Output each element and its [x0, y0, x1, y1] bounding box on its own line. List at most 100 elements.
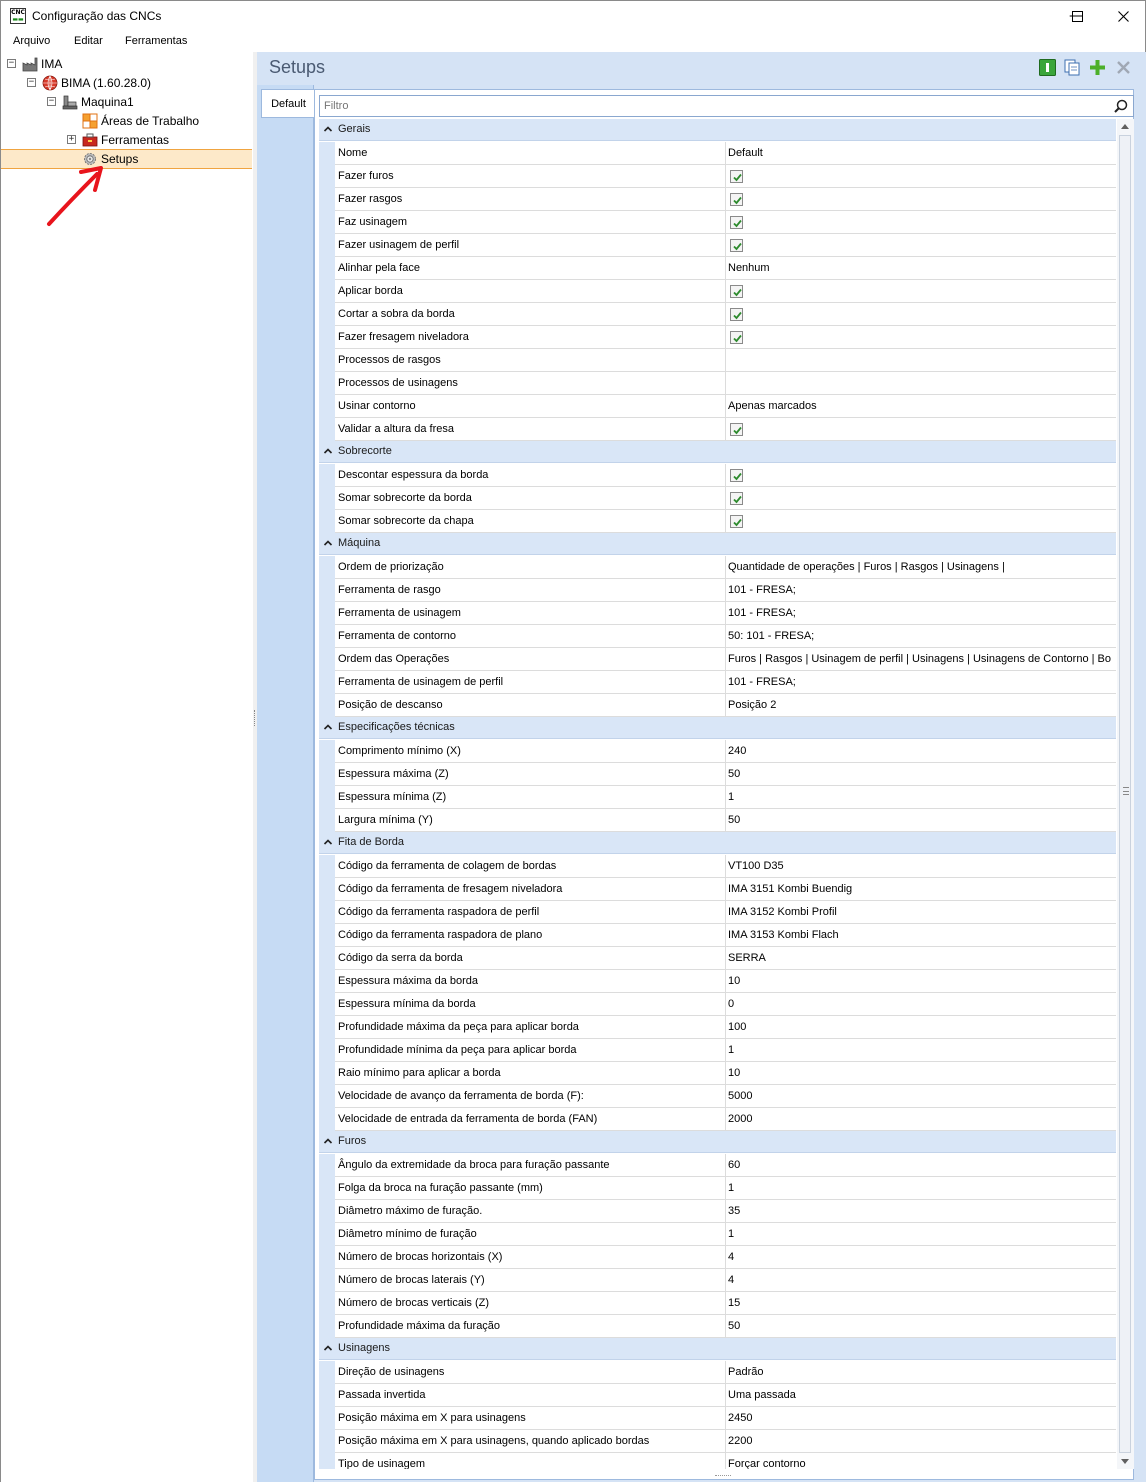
property-row[interactable]: Posição máxima em X para usinagens, quan… [319, 1430, 1116, 1453]
property-row[interactable]: Processos de usinagens [319, 372, 1116, 395]
category-row[interactable]: Sobrecorte [319, 441, 1116, 463]
property-value[interactable]: 2450 [726, 1407, 1116, 1430]
property-row[interactable]: Número de brocas laterais (Y) 4 [319, 1269, 1116, 1292]
category-row[interactable]: Furos [319, 1131, 1116, 1153]
search-icon[interactable] [1114, 99, 1128, 113]
property-row[interactable]: Fazer rasgos [319, 188, 1116, 211]
property-value[interactable]: 1 [726, 1223, 1116, 1246]
property-checkbox[interactable] [730, 469, 743, 482]
category-row[interactable]: Gerais [319, 119, 1116, 141]
property-value[interactable]: 4 [726, 1246, 1116, 1269]
tab-default[interactable]: Default [261, 89, 315, 118]
property-row[interactable]: Validar a altura da fresa [319, 418, 1116, 441]
property-row[interactable]: Passada invertida Uma passada [319, 1384, 1116, 1407]
collapse-chevron-icon[interactable] [323, 538, 333, 548]
property-value[interactable] [726, 487, 1116, 510]
property-row[interactable]: Espessura mínima da borda 0 [319, 993, 1116, 1016]
tree-expander-bima[interactable]: − [27, 78, 36, 87]
vertical-scrollbar[interactable] [1117, 119, 1134, 1469]
property-row[interactable]: Somar sobrecorte da chapa [319, 510, 1116, 533]
property-row[interactable]: Cortar a sobra da borda [319, 303, 1116, 326]
property-checkbox[interactable] [730, 193, 743, 206]
property-row[interactable]: Aplicar borda [319, 280, 1116, 303]
property-value[interactable] [726, 326, 1116, 349]
property-value[interactable]: Quantidade de operações | Furos | Rasgos… [726, 556, 1116, 579]
property-value[interactable]: Apenas marcados [726, 395, 1116, 418]
tree-node-bima[interactable]: BIMA (1.60.28.0) [42, 73, 151, 92]
property-row[interactable]: Espessura máxima da borda 10 [319, 970, 1116, 993]
property-value[interactable]: Posição 2 [726, 694, 1116, 717]
property-checkbox[interactable] [730, 308, 743, 321]
property-row[interactable]: Comprimento mínimo (X) 240 [319, 740, 1116, 763]
property-value[interactable]: 50 [726, 1315, 1116, 1338]
property-row[interactable]: Nome Default [319, 142, 1116, 165]
property-value[interactable] [726, 372, 1116, 395]
property-row[interactable]: Ferramenta de contorno 50: 101 - FRESA; [319, 625, 1116, 648]
property-value[interactable]: Furos | Rasgos | Usinagem de perfil | Us… [726, 648, 1116, 671]
property-value[interactable]: 240 [726, 740, 1116, 763]
property-row[interactable]: Faz usinagem [319, 211, 1116, 234]
property-row[interactable]: Somar sobrecorte da borda [319, 487, 1116, 510]
property-row[interactable]: Código da ferramenta de fresagem nivelad… [319, 878, 1116, 901]
property-row[interactable]: Ordem de priorização Quantidade de operaç… [319, 556, 1116, 579]
property-row[interactable]: Diâmetro mínimo de furação 1 [319, 1223, 1116, 1246]
property-value[interactable]: IMA 3151 Kombi Buendig [726, 878, 1116, 901]
property-value[interactable]: IMA 3152 Kombi Profil [726, 901, 1116, 924]
property-row[interactable]: Fazer furos [319, 165, 1116, 188]
property-row[interactable]: Diâmetro máximo de furação. 35 [319, 1200, 1116, 1223]
property-row[interactable]: Direção de usinagens Padrão [319, 1361, 1116, 1384]
collapse-chevron-icon[interactable] [323, 722, 333, 732]
property-checkbox[interactable] [730, 423, 743, 436]
property-row[interactable]: Fazer fresagem niveladora [319, 326, 1116, 349]
property-row[interactable]: Profundidade máxima da furação 50 [319, 1315, 1116, 1338]
property-checkbox[interactable] [730, 239, 743, 252]
category-row[interactable]: Usinagens [319, 1338, 1116, 1360]
property-row[interactable]: Ordem das Operações Furos | Rasgos | Usin… [319, 648, 1116, 671]
tree-node-areas-de-trabalho[interactable]: Áreas de Trabalho [82, 111, 199, 130]
property-value[interactable]: Uma passada [726, 1384, 1116, 1407]
tree-node-maquina1[interactable]: Maquina1 [62, 92, 134, 111]
property-checkbox[interactable] [730, 492, 743, 505]
menu-ferramentas[interactable]: Ferramentas [125, 35, 187, 47]
category-row[interactable]: Especificações técnicas [319, 717, 1116, 739]
menu-editar[interactable]: Editar [74, 35, 103, 47]
property-row[interactable]: Fazer usinagem de perfil [319, 234, 1116, 257]
property-value[interactable] [726, 211, 1116, 234]
property-checkbox[interactable] [730, 285, 743, 298]
property-value[interactable]: 10 [726, 1062, 1116, 1085]
property-value[interactable]: 5000 [726, 1085, 1116, 1108]
add-icon[interactable] [1089, 59, 1106, 76]
property-row[interactable]: Folga da broca na furação passante (mm) 1 [319, 1177, 1116, 1200]
property-value[interactable]: 100 [726, 1016, 1116, 1039]
property-row[interactable]: Código da ferramenta raspadora de plano I… [319, 924, 1116, 947]
property-value[interactable]: 101 - FRESA; [726, 671, 1116, 694]
property-value[interactable]: 50 [726, 763, 1116, 786]
tree-expander-ferramentas[interactable]: + [67, 135, 76, 144]
property-value[interactable]: 2000 [726, 1108, 1116, 1131]
property-value[interactable]: SERRA [726, 947, 1116, 970]
property-value[interactable] [726, 280, 1116, 303]
property-row[interactable]: Profundidade máxima da peça para aplicar… [319, 1016, 1116, 1039]
scroll-up-arrow-icon[interactable] [1121, 124, 1129, 129]
scroll-down-arrow-icon[interactable] [1121, 1459, 1129, 1464]
property-value[interactable] [726, 349, 1116, 372]
property-row[interactable]: Usinar contorno Apenas marcados [319, 395, 1116, 418]
info-icon[interactable] [1039, 59, 1056, 76]
property-value[interactable]: 50 [726, 809, 1116, 832]
property-checkbox[interactable] [730, 515, 743, 528]
property-row[interactable]: Posição de descanso Posição 2 [319, 694, 1116, 717]
property-value[interactable] [726, 165, 1116, 188]
property-value[interactable]: IMA 3153 Kombi Flach [726, 924, 1116, 947]
property-row[interactable]: Largura mínima (Y) 50 [319, 809, 1116, 832]
property-row[interactable]: Espessura máxima (Z) 50 [319, 763, 1116, 786]
property-checkbox[interactable] [730, 216, 743, 229]
collapse-chevron-icon[interactable] [323, 837, 333, 847]
maximize-button[interactable] [1054, 1, 1100, 31]
property-row[interactable]: Ferramenta de usinagem de perfil 101 - FR… [319, 671, 1116, 694]
property-row[interactable]: Espessura mínima (Z) 1 [319, 786, 1116, 809]
property-value[interactable]: 10 [726, 970, 1116, 993]
menu-arquivo[interactable]: Arquivo [13, 35, 50, 47]
property-value[interactable]: VT100 D35 [726, 855, 1116, 878]
delete-icon[interactable] [1115, 59, 1132, 76]
tree-expander-maquina1[interactable]: − [47, 97, 56, 106]
